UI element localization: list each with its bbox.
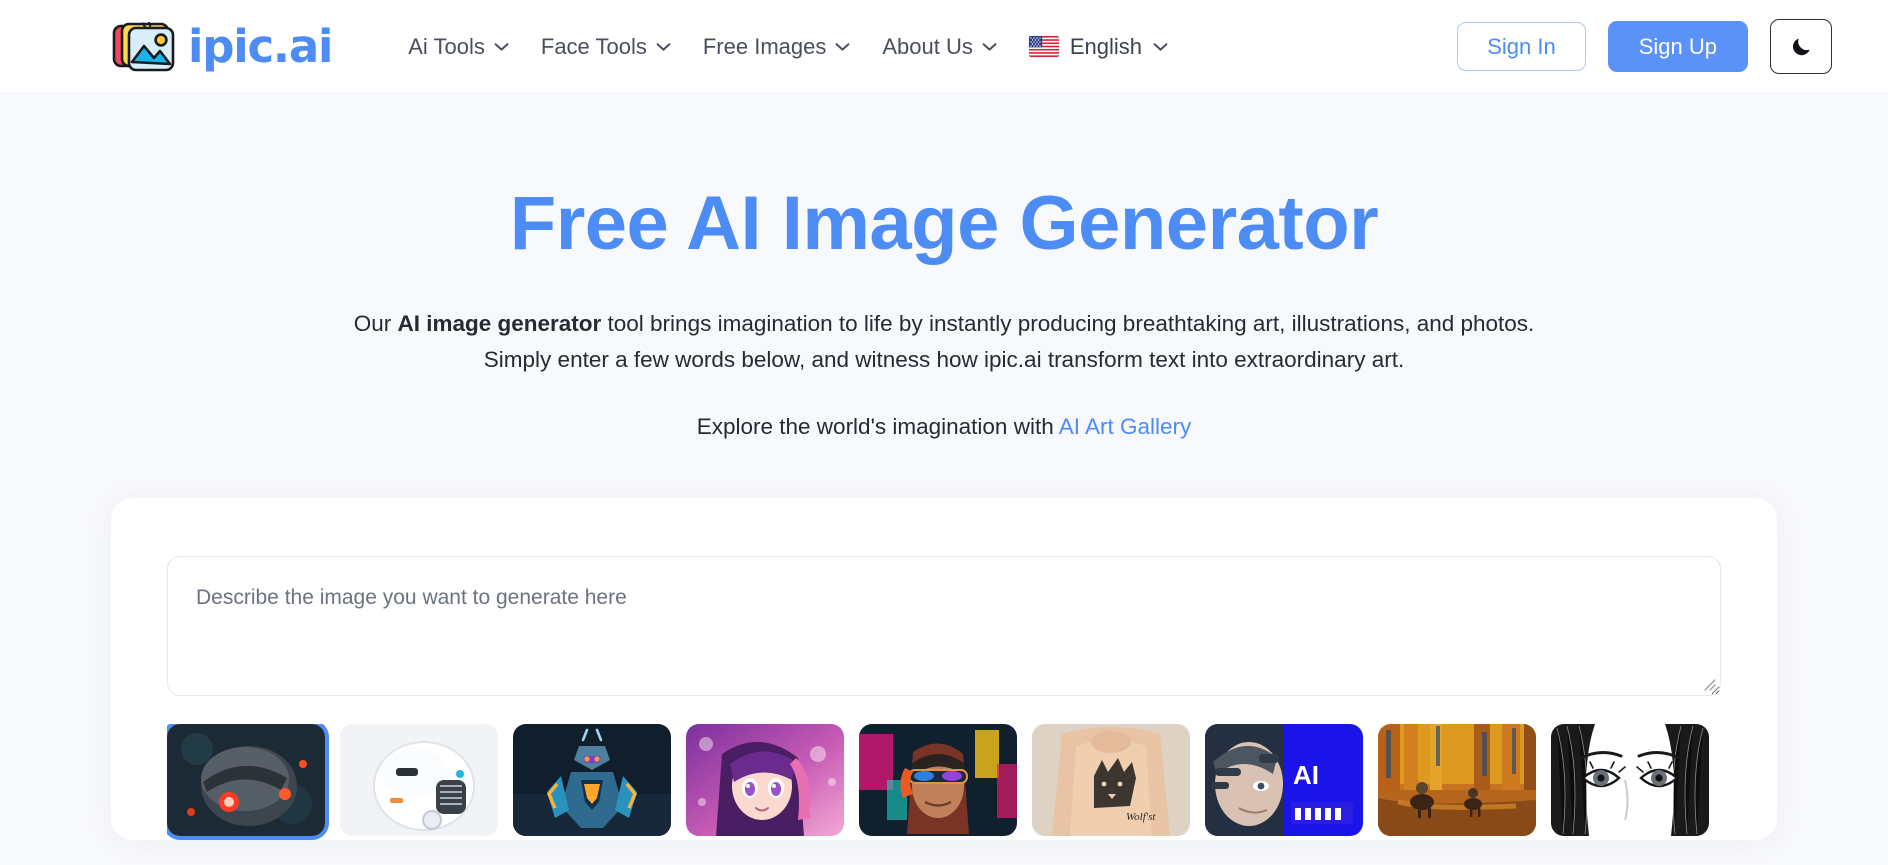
ai-art-gallery-link[interactable]: AI Art Gallery (1059, 414, 1192, 439)
thumbnail-image (340, 723, 498, 836)
chevron-down-icon (982, 42, 997, 52)
thumbnail-image (1551, 723, 1709, 836)
chevron-down-icon (835, 42, 850, 52)
nav-item-label: About Us (882, 33, 973, 59)
hero-explore-text: Explore the world's imagination with (696, 413, 1059, 439)
svg-text:Wolf'st: Wolf'st (1126, 811, 1156, 823)
hero-section: Free AI Image Generator Our AI image gen… (0, 94, 1888, 440)
svg-text:AI: AI (1293, 760, 1319, 790)
thumbnail-image (513, 723, 671, 836)
language-label: English (1069, 33, 1143, 59)
brand-logo[interactable]: ipic.ai (110, 18, 333, 76)
thumbnail-blue-mecha-robot[interactable] (513, 723, 671, 836)
thumbnail-sci-fi-helmet-red-glow[interactable] (167, 723, 325, 836)
thumbnail-image (1378, 723, 1536, 836)
thumbnail-image (167, 723, 325, 836)
chevron-down-icon (656, 42, 671, 52)
page-title: Free AI Image Generator (509, 181, 1379, 266)
photo-stack-icon (110, 18, 180, 76)
nav-item-face-tools[interactable]: Face Tools (525, 26, 687, 68)
language-selector[interactable]: English (1013, 26, 1184, 68)
generator-panel: Wolf'st AI (111, 497, 1777, 840)
theme-toggle-button[interactable] (1770, 19, 1832, 74)
thumbnail-image: AI (1205, 723, 1363, 836)
thumbnail-image (686, 723, 844, 836)
nav-item-free-images[interactable]: Free Images (687, 26, 867, 68)
moon-icon (1790, 35, 1813, 58)
auth-actions: Sign In Sign Up (1457, 19, 1832, 74)
nav-item-label: Ai Tools (408, 33, 485, 59)
brand-name: ipic.ai (188, 20, 333, 73)
thumbnail-wolf-back-tattoo[interactable]: Wolf'st (1032, 723, 1190, 836)
prompt-input[interactable] (167, 555, 1721, 696)
sign-in-button[interactable]: Sign In (1457, 21, 1586, 72)
main-navigation: Ai Tools Face Tools Free Images About Us (392, 26, 1435, 68)
thumbnail-image: Wolf'st (1032, 723, 1190, 836)
thumbnail-anime-girl-purple-hair[interactable] (686, 723, 844, 836)
nav-item-label: Free Images (702, 33, 827, 59)
chevron-down-icon (494, 42, 509, 52)
hero-description-pre: Our (353, 310, 398, 336)
hero-description-bold: AI image generator (397, 310, 602, 336)
hero-description-post: tool brings imagination to life by insta… (601, 310, 1535, 336)
hero-description: Our AI image generator tool brings imagi… (309, 306, 1579, 378)
nav-item-label: Face Tools (540, 33, 647, 59)
prompt-area (167, 555, 1721, 696)
nav-item-ai-tools[interactable]: Ai Tools (392, 26, 525, 68)
thumbnail-autumn-forest-riders-painting[interactable] (1378, 723, 1536, 836)
style-thumbnail-strip[interactable]: Wolf'st AI (167, 723, 1721, 840)
thumbnail-image (859, 723, 1017, 836)
site-header: ipic.ai Ai Tools Face Tools Free Images … (0, 0, 1888, 94)
hero-explore-line: Explore the world's imagination with AI … (0, 414, 1888, 440)
chevron-down-icon (1153, 42, 1168, 52)
nav-item-about-us[interactable]: About Us (866, 26, 1013, 68)
thumbnail-cyberpunk-neon-portrait[interactable] (859, 723, 1017, 836)
thumbnail-ai-cyborg-woman-blue[interactable]: AI (1205, 723, 1363, 836)
thumbnail-white-robot-head[interactable] (340, 723, 498, 836)
sign-up-button[interactable]: Sign Up (1607, 20, 1748, 73)
hero-description-line2: Simply enter a few words below, and witn… (483, 346, 1405, 372)
thumbnail-black-white-eyes-sketch[interactable] (1551, 723, 1709, 836)
us-flag-icon (1028, 36, 1059, 57)
